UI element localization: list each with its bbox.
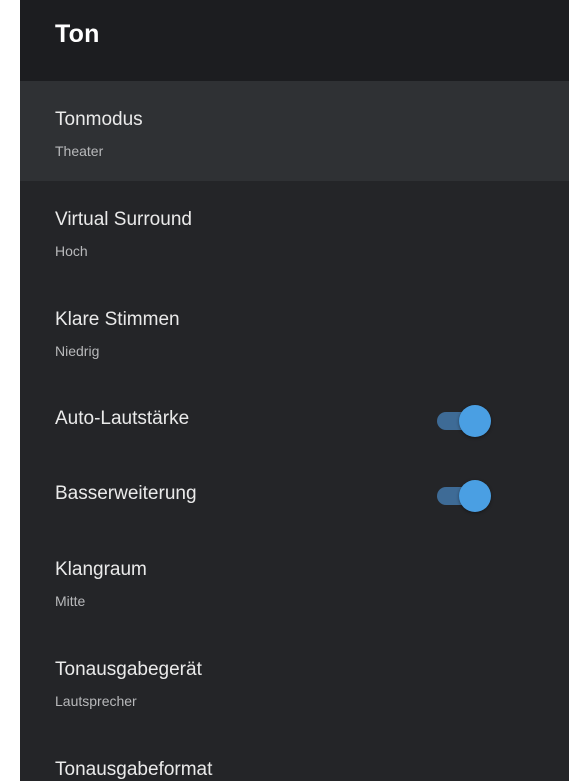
toggle-thumb: [459, 405, 491, 437]
setting-audio-output-device[interactable]: Tonausgabegerät Lautsprecher: [20, 631, 569, 731]
setting-title: Tonausgabegerät: [55, 659, 202, 680]
setting-title: Virtual Surround: [55, 209, 192, 230]
setting-sound-mode[interactable]: Tonmodus Theater: [20, 81, 569, 181]
setting-value: Lautsprecher: [55, 693, 137, 709]
setting-bass-extension[interactable]: Basserweiterung: [20, 456, 569, 531]
setting-value: Niedrig: [55, 343, 100, 359]
setting-value: Mitte: [55, 593, 86, 609]
setting-virtual-surround[interactable]: Virtual Surround Hoch: [20, 181, 569, 281]
setting-clear-voice[interactable]: Klare Stimmen Niedrig: [20, 281, 569, 381]
toggle-thumb: [459, 480, 491, 512]
page-title: Ton: [55, 20, 100, 48]
setting-title: Tonmodus: [55, 109, 143, 130]
setting-value: Hoch: [55, 243, 88, 259]
setting-sound-space[interactable]: Klangraum Mitte: [20, 531, 569, 631]
setting-title: Basserweiterung: [55, 483, 197, 504]
setting-title: Auto-Lautstärke: [55, 408, 190, 429]
setting-title: Klare Stimmen: [55, 309, 180, 330]
setting-audio-output-format[interactable]: Tonausgabeformat: [20, 731, 569, 781]
setting-auto-volume[interactable]: Auto-Lautstärke: [20, 381, 569, 456]
setting-title: Klangraum: [55, 559, 147, 580]
settings-list: Tonmodus Theater Virtual Surround Hoch K…: [20, 81, 569, 781]
settings-screen: Ton Tonmodus Theater Virtual Surround Ho…: [20, 0, 569, 781]
setting-title: Tonausgabeformat: [55, 759, 213, 780]
setting-value: Theater: [55, 143, 104, 159]
bass-extension-toggle[interactable]: [437, 480, 493, 512]
header: Ton: [20, 0, 569, 81]
auto-volume-toggle[interactable]: [437, 405, 493, 437]
